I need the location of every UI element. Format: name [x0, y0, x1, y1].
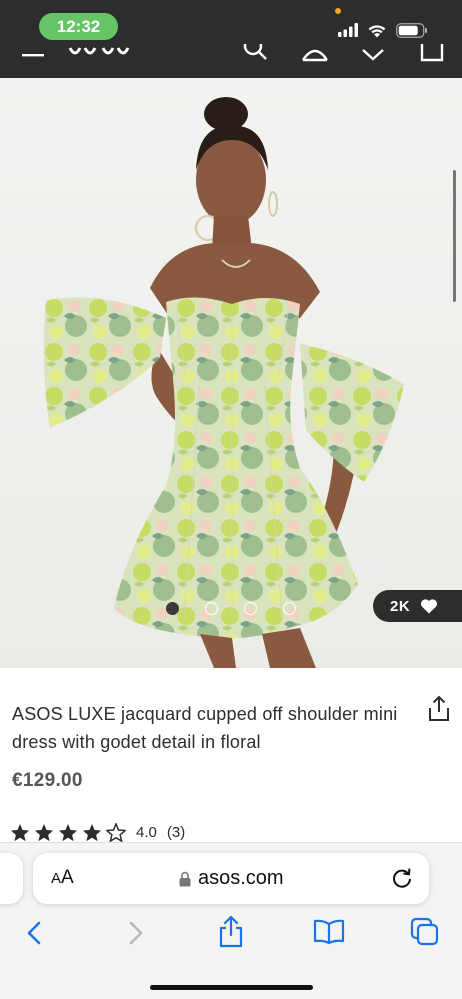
system-status-icons — [338, 20, 428, 40]
share-icon[interactable] — [428, 696, 450, 722]
product-page: 12:32 2K ASOS LUXE jacquard cupped off s… — [0, 0, 462, 999]
tabs-icon[interactable] — [410, 917, 440, 947]
forward-icon[interactable] — [124, 917, 146, 949]
saves-count: 2K — [390, 597, 411, 615]
battery-icon — [396, 22, 427, 38]
star-filled-icon — [10, 823, 30, 841]
status-time[interactable]: 12:32 — [39, 13, 118, 40]
scroll-indicator[interactable] — [453, 170, 456, 302]
browser-chrome: AA asos.com — [0, 842, 462, 999]
star-filled-icon — [82, 823, 102, 841]
bookmarks-icon[interactable] — [313, 919, 345, 945]
search-icon[interactable] — [243, 44, 269, 78]
account-icon[interactable] — [302, 44, 328, 78]
gallery-pagination — [166, 602, 296, 615]
product-title: ASOS LUXE jacquard cupped off shoulder m… — [12, 704, 398, 752]
star-filled-icon — [58, 823, 78, 841]
reload-icon[interactable] — [390, 866, 414, 890]
product-rating[interactable]: 4.0 (3) — [10, 822, 185, 842]
product-image-gallery[interactable] — [0, 78, 462, 668]
bag-icon[interactable] — [420, 44, 444, 78]
gallery-dot-3[interactable] — [244, 602, 257, 615]
product-photo — [0, 78, 462, 668]
site-header — [0, 44, 462, 78]
rating-value: 4.0 — [136, 823, 157, 841]
home-indicator[interactable] — [150, 985, 313, 990]
previous-tab-preview[interactable] — [0, 853, 23, 904]
back-icon[interactable] — [24, 917, 46, 949]
wifi-icon — [368, 24, 386, 37]
saved-items-icon[interactable] — [361, 44, 385, 78]
lock-icon — [179, 871, 191, 886]
asos-logo[interactable] — [68, 44, 134, 78]
gallery-dot-1[interactable] — [166, 602, 179, 615]
address-bar[interactable]: AA asos.com — [33, 853, 429, 904]
privacy-indicator-dot — [335, 8, 341, 14]
product-price: €129.00 — [12, 770, 83, 791]
star-filled-icon — [34, 823, 54, 841]
top-bar: 12:32 — [0, 0, 462, 78]
reader-settings-button[interactable]: AA — [51, 867, 74, 889]
gallery-dot-2[interactable] — [205, 602, 218, 615]
share-icon[interactable] — [217, 915, 245, 949]
url-display[interactable]: asos.com — [179, 867, 284, 890]
gallery-dot-4[interactable] — [283, 602, 296, 615]
star-empty-icon — [106, 822, 126, 842]
cellular-signal-icon — [338, 23, 358, 37]
menu-icon[interactable] — [22, 44, 46, 78]
review-count[interactable]: (3) — [167, 824, 185, 841]
url-text: asos.com — [198, 867, 284, 889]
saves-button[interactable]: 2K — [373, 590, 462, 622]
heart-icon — [421, 599, 438, 614]
